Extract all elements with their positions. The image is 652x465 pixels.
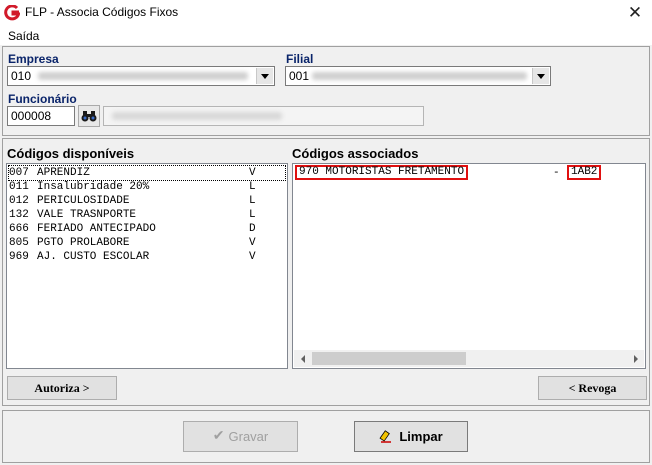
revoga-button[interactable]: < Revoga <box>538 376 647 400</box>
scroll-thumb[interactable] <box>312 352 466 365</box>
item-type: D <box>249 223 256 235</box>
check-icon: ✔ <box>212 429 225 444</box>
item-name: VALE TRASNPORTE <box>37 209 137 221</box>
filial-code: 001 <box>289 69 310 83</box>
item-name: PGTO PROLABORE <box>37 237 130 249</box>
list-item[interactable]: 007 APRENDIZ V <box>8 165 286 181</box>
scroll-right-icon[interactable] <box>627 350 644 367</box>
item-name: PERICULOSIDADE <box>37 195 130 207</box>
list-item[interactable]: 011 Insalubridade 20% L <box>9 180 285 194</box>
gravar-label: Gravar <box>228 429 269 444</box>
footer-panel <box>2 410 650 463</box>
funcionario-label: Funcionário <box>8 92 77 106</box>
empresa-code: 010 <box>11 69 32 83</box>
item-separator: - <box>553 167 560 179</box>
list-item[interactable]: 969 AJ. CUSTO ESCOLAR V <box>9 250 285 264</box>
list-item[interactable]: 666 FERIADO ANTECIPADO D <box>9 222 285 236</box>
list-item[interactable]: 012 PERICULOSIDADE L <box>9 194 285 208</box>
empresa-name-redacted <box>38 72 248 80</box>
item-extra: 1AB2 <box>567 165 602 180</box>
empresa-select[interactable]: 010 <box>7 66 275 86</box>
item-name: FERIADO ANTECIPADO <box>37 223 156 235</box>
disponiveis-title: Códigos disponíveis <box>7 146 135 161</box>
funcionario-name-field <box>103 106 424 126</box>
eraser-icon <box>379 429 392 443</box>
item-name: Insalubridade 20% <box>37 181 150 193</box>
item-type: L <box>249 181 256 193</box>
funcionario-code: 000008 <box>11 109 52 123</box>
associados-title: Códigos associados <box>292 146 419 161</box>
item-name: AJ. CUSTO ESCOLAR <box>37 251 150 263</box>
item-code: 007 <box>9 167 29 179</box>
disponiveis-list[interactable]: 007 APRENDIZ V 011 Insalubridade 20% L 012 PERI… <box>6 163 288 369</box>
list-item[interactable]: 970 MOTORISTAS FRETAMENTO -1AB2 <box>295 165 643 180</box>
item-type: V <box>249 251 256 263</box>
empresa-label: Empresa <box>8 52 59 66</box>
autoriza-button[interactable]: Autoriza > <box>7 376 117 400</box>
close-icon[interactable]: ✕ <box>622 2 648 24</box>
chevron-down-icon[interactable] <box>532 68 549 84</box>
filial-select[interactable]: 001 <box>285 66 551 86</box>
item-code: 012 <box>9 195 29 207</box>
limpar-label: Limpar <box>399 429 443 444</box>
item-type: V <box>249 237 256 249</box>
horizontal-scrollbar[interactable] <box>294 350 644 367</box>
scroll-left-icon[interactable] <box>294 350 311 367</box>
item-code: 011 <box>9 181 29 193</box>
item-code: 805 <box>9 237 29 249</box>
item-name: MOTORISTAS FRETAMENTO <box>325 166 465 178</box>
app-logo-icon <box>4 5 20 21</box>
item-code: 969 <box>9 251 29 263</box>
highlighted-code-name: 970 MOTORISTAS FRETAMENTO <box>295 165 469 180</box>
limpar-button[interactable]: Limpar <box>354 421 468 452</box>
item-code: 970 <box>299 166 319 178</box>
item-name: APRENDIZ <box>37 167 90 179</box>
funcionario-name-redacted <box>112 112 282 120</box>
menu-item-saida[interactable]: Saída <box>8 29 39 43</box>
list-item[interactable]: 132 VALE TRASNPORTE L <box>9 208 285 222</box>
chevron-down-icon[interactable] <box>256 68 273 84</box>
title-bar: FLP - Associa Códigos Fixos ✕ <box>0 0 652 26</box>
item-type: L <box>249 209 256 221</box>
item-type: L <box>249 195 256 207</box>
item-code: 666 <box>9 223 29 235</box>
funcionario-code-input[interactable]: 000008 <box>7 106 75 126</box>
binoculars-search-icon[interactable] <box>78 105 100 127</box>
associados-list[interactable]: 970 MOTORISTAS FRETAMENTO -1AB2 <box>292 163 646 369</box>
item-type: V <box>249 167 256 179</box>
filial-name-redacted <box>312 72 527 80</box>
list-item[interactable]: 805 PGTO PROLABORE V <box>9 236 285 250</box>
gravar-button[interactable]: ✔ Gravar <box>183 421 298 452</box>
window-title: FLP - Associa Códigos Fixos <box>25 5 179 19</box>
filial-label: Filial <box>286 52 314 66</box>
menu-bar: Saída <box>0 26 652 45</box>
item-code: 132 <box>9 209 29 221</box>
